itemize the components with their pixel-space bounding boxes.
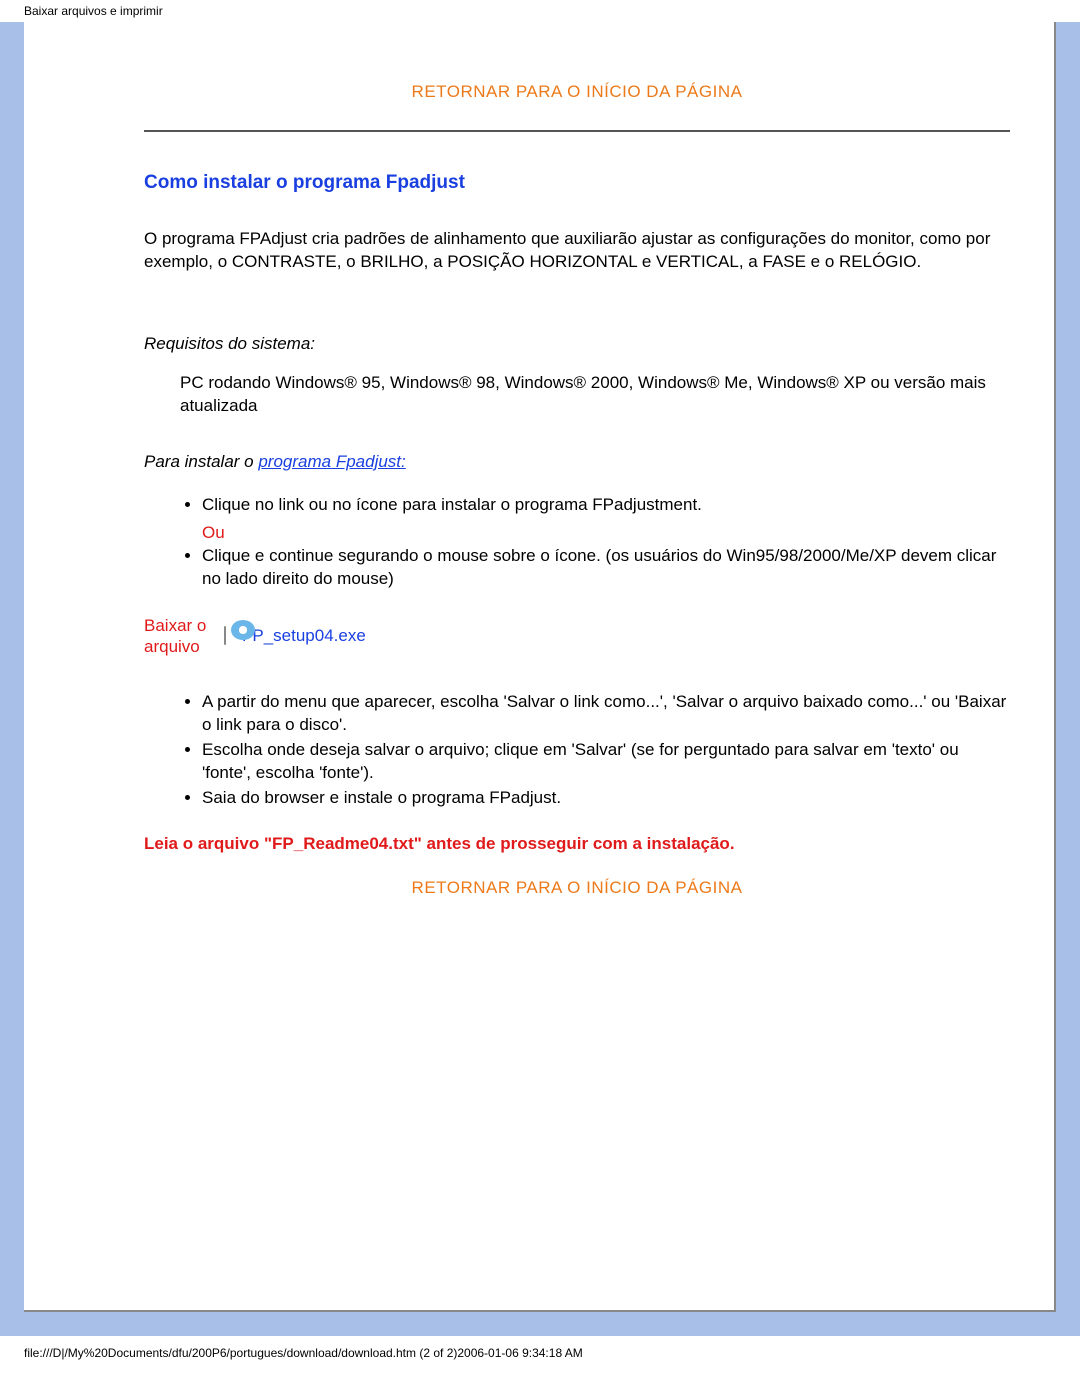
bottom-link-row: RETORNAR PARA O INÍCIO DA PÁGINA bbox=[144, 878, 1010, 898]
return-to-top-link[interactable]: RETORNAR PARA O INÍCIO DA PÁGINA bbox=[412, 82, 743, 101]
return-to-top-link-bottom[interactable]: RETORNAR PARA O INÍCIO DA PÁGINA bbox=[412, 878, 743, 897]
intro-paragraph: O programa FPAdjust cria padrões de alin… bbox=[144, 228, 1010, 274]
floppy-disk-icon bbox=[224, 626, 226, 645]
list-item: Saia do browser e instale o programa FPa… bbox=[202, 787, 1010, 810]
install-label: Para instalar o programa Fpadjust: bbox=[144, 452, 1010, 472]
ou-label: Ou bbox=[202, 523, 1010, 543]
list-item: Clique e continue segurando o mouse sobr… bbox=[202, 545, 1010, 591]
requirements-text: PC rodando Windows® 95, Windows® 98, Win… bbox=[180, 372, 1010, 418]
bullet-list-b: A partir do menu que aparecer, escolha '… bbox=[144, 691, 1010, 810]
list-item: Escolha onde deseja salvar o arquivo; cl… bbox=[202, 739, 1010, 785]
browser-title: Baixar arquivos e imprimir bbox=[0, 0, 1080, 22]
warning-text: Leia o arquivo "FP_Readme04.txt" antes d… bbox=[144, 834, 1010, 854]
requirements-label: Requisitos do sistema: bbox=[144, 334, 1010, 354]
section-heading: Como instalar o programa Fpadjust bbox=[144, 172, 1010, 194]
install-label-prefix: Para instalar o bbox=[144, 452, 258, 471]
list-item: Clique no link ou no ícone para instalar… bbox=[202, 494, 1010, 517]
footer-path: file:///D|/My%20Documents/dfu/200P6/port… bbox=[0, 1336, 1080, 1370]
download-filename-link[interactable]: FP_setup04.exe bbox=[242, 626, 366, 646]
top-link-row: RETORNAR PARA O INÍCIO DA PÁGINA bbox=[144, 82, 1010, 102]
page-content: RETORNAR PARA O INÍCIO DA PÁGINA Como in… bbox=[24, 22, 1056, 1312]
download-icon-link[interactable] bbox=[224, 627, 226, 645]
list-item: A partir do menu que aparecer, escolha '… bbox=[202, 691, 1010, 737]
page-frame: RETORNAR PARA O INÍCIO DA PÁGINA Como in… bbox=[0, 22, 1080, 1336]
download-label: Baixar o arquivo bbox=[144, 615, 214, 658]
programa-fpadjust-link[interactable]: programa Fpadjust: bbox=[258, 452, 405, 471]
bullet-list-a: Clique no link ou no ícone para instalar… bbox=[144, 494, 1010, 591]
download-row: Baixar o arquivo FP_setup04.exe bbox=[144, 615, 1010, 658]
divider bbox=[144, 130, 1010, 132]
